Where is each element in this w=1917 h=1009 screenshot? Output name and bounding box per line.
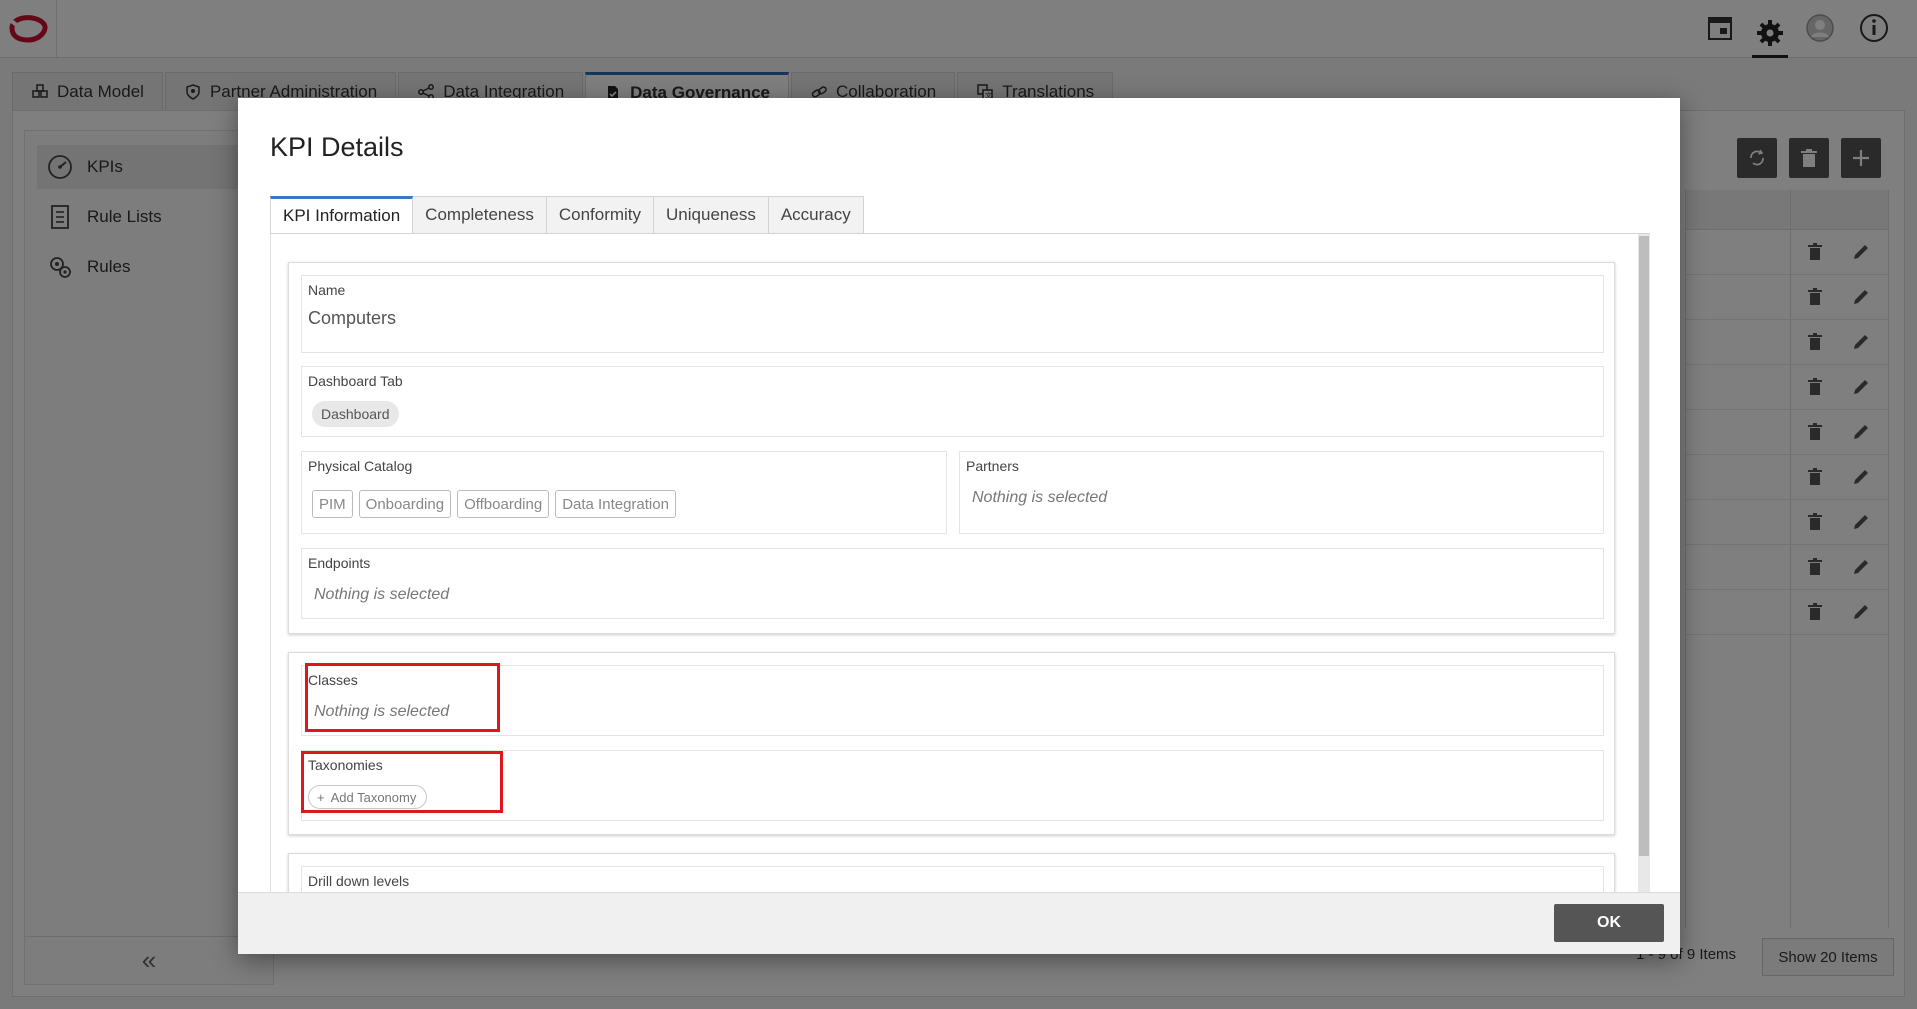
dialog-title: KPI Details: [270, 132, 404, 162]
general-section: Name Computers Dashboard Tab Dashboard P…: [288, 262, 1615, 634]
partners-label: Partners: [966, 458, 1019, 474]
drill-down-section: Drill down levels: [288, 853, 1615, 892]
tab-kpi-information[interactable]: KPI Information: [270, 196, 414, 234]
highlight-box-taxonomies: [301, 751, 503, 813]
endpoints-empty-text: Nothing is selected: [314, 586, 450, 603]
tab-accuracy[interactable]: Accuracy: [768, 196, 864, 234]
dashboard-tab-label: Dashboard Tab: [308, 373, 403, 389]
drill-down-label: Drill down levels: [308, 873, 410, 889]
tab-completeness[interactable]: Completeness: [413, 196, 547, 234]
scrollbar-thumb[interactable]: [1639, 236, 1649, 856]
dashboard-chip[interactable]: Dashboard: [312, 401, 399, 427]
dialog-footer: OK: [238, 892, 1680, 954]
dialog-tabs: KPI Information Completeness Conformity …: [270, 196, 864, 234]
name-label: Name: [308, 282, 346, 298]
partners-empty-text: Nothing is selected: [972, 489, 1108, 506]
partners-field[interactable]: Partners Nothing is selected: [959, 451, 1604, 534]
catalog-chip-onboarding[interactable]: Onboarding: [358, 490, 452, 518]
name-value: Computers: [308, 308, 397, 328]
endpoints-label: Endpoints: [308, 555, 371, 571]
dashboard-tab-field[interactable]: Dashboard Tab Dashboard: [301, 366, 1604, 437]
physical-catalog-label: Physical Catalog: [308, 458, 413, 474]
drill-down-field[interactable]: Drill down levels: [301, 866, 1604, 892]
tab-conformity[interactable]: Conformity: [546, 196, 655, 234]
endpoints-field[interactable]: Endpoints Nothing is selected: [301, 548, 1604, 619]
ok-button[interactable]: OK: [1554, 904, 1664, 942]
physical-catalog-field[interactable]: Physical Catalog PIM Onboarding Offboard…: [301, 451, 947, 534]
name-field[interactable]: Name Computers: [301, 275, 1604, 353]
dialog-scroll-area[interactable]: Name Computers Dashboard Tab Dashboard P…: [270, 234, 1650, 892]
catalog-chip-pim[interactable]: PIM: [312, 490, 353, 518]
classification-section: Classes Nothing is selected Taxonomies +…: [288, 652, 1615, 835]
highlight-box-classes: [305, 663, 500, 732]
physical-catalog-chips: PIM Onboarding Offboarding Data Integrat…: [312, 490, 676, 518]
tab-uniqueness[interactable]: Uniqueness: [654, 196, 769, 234]
catalog-chip-offboarding[interactable]: Offboarding: [457, 490, 550, 518]
vertical-scrollbar[interactable]: [1638, 234, 1650, 892]
kpi-details-dialog: KPI Details KPI Information Completeness…: [238, 98, 1680, 954]
catalog-chip-data-integration[interactable]: Data Integration: [555, 490, 676, 518]
